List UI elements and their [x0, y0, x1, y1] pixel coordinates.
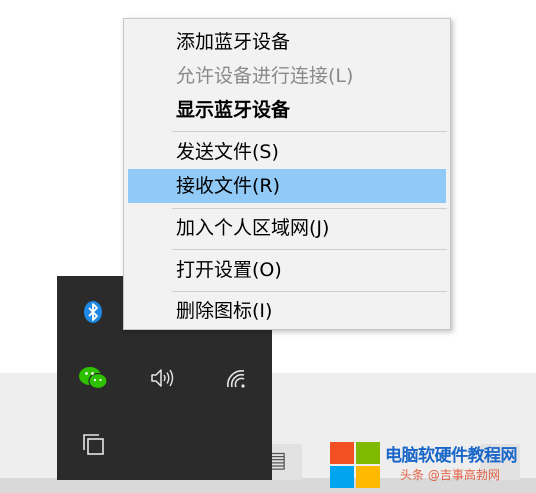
watermark-logo: 电脑软硬件教程网 头条 @吉事高勃网 — [330, 440, 536, 493]
menu-item-remove-icon[interactable]: 删除图标(I) — [128, 294, 446, 328]
bluetooth-context-menu: 添加蓝牙设备 允许设备进行连接(L) 显示蓝牙设备 发送文件(S) 接收文件(R… — [123, 18, 451, 330]
menu-separator — [172, 208, 447, 209]
copy-icon[interactable] — [73, 424, 113, 464]
watermark-title: 电脑软硬件教程网 — [385, 446, 518, 466]
menu-item-send-file[interactable]: 发送文件(S) — [128, 135, 446, 169]
menu-separator — [172, 249, 447, 250]
wechat-icon[interactable] — [73, 358, 113, 398]
bluetooth-icon[interactable] — [73, 292, 113, 332]
menu-separator — [172, 131, 447, 132]
wifi-icon[interactable] — [217, 358, 257, 398]
menu-item-receive-file[interactable]: 接收文件(R) — [128, 169, 446, 203]
windows-logo-icon — [330, 442, 382, 490]
menu-item-show-bluetooth-devices[interactable]: 显示蓝牙设备 — [128, 93, 446, 127]
menu-item-allow-connection: 允许设备进行连接(L) — [176, 65, 354, 87]
menu-separator — [172, 291, 447, 292]
menu-item-join-pan[interactable]: 加入个人区域网(J) — [128, 211, 446, 245]
menu-item-open-settings[interactable]: 打开设置(O) — [128, 253, 446, 287]
menu-item-add-bluetooth-device[interactable]: 添加蓝牙设备 — [128, 25, 446, 59]
volume-icon[interactable] — [143, 358, 183, 398]
watermark-subtitle: 头条 @吉事高勃网 — [400, 468, 500, 482]
